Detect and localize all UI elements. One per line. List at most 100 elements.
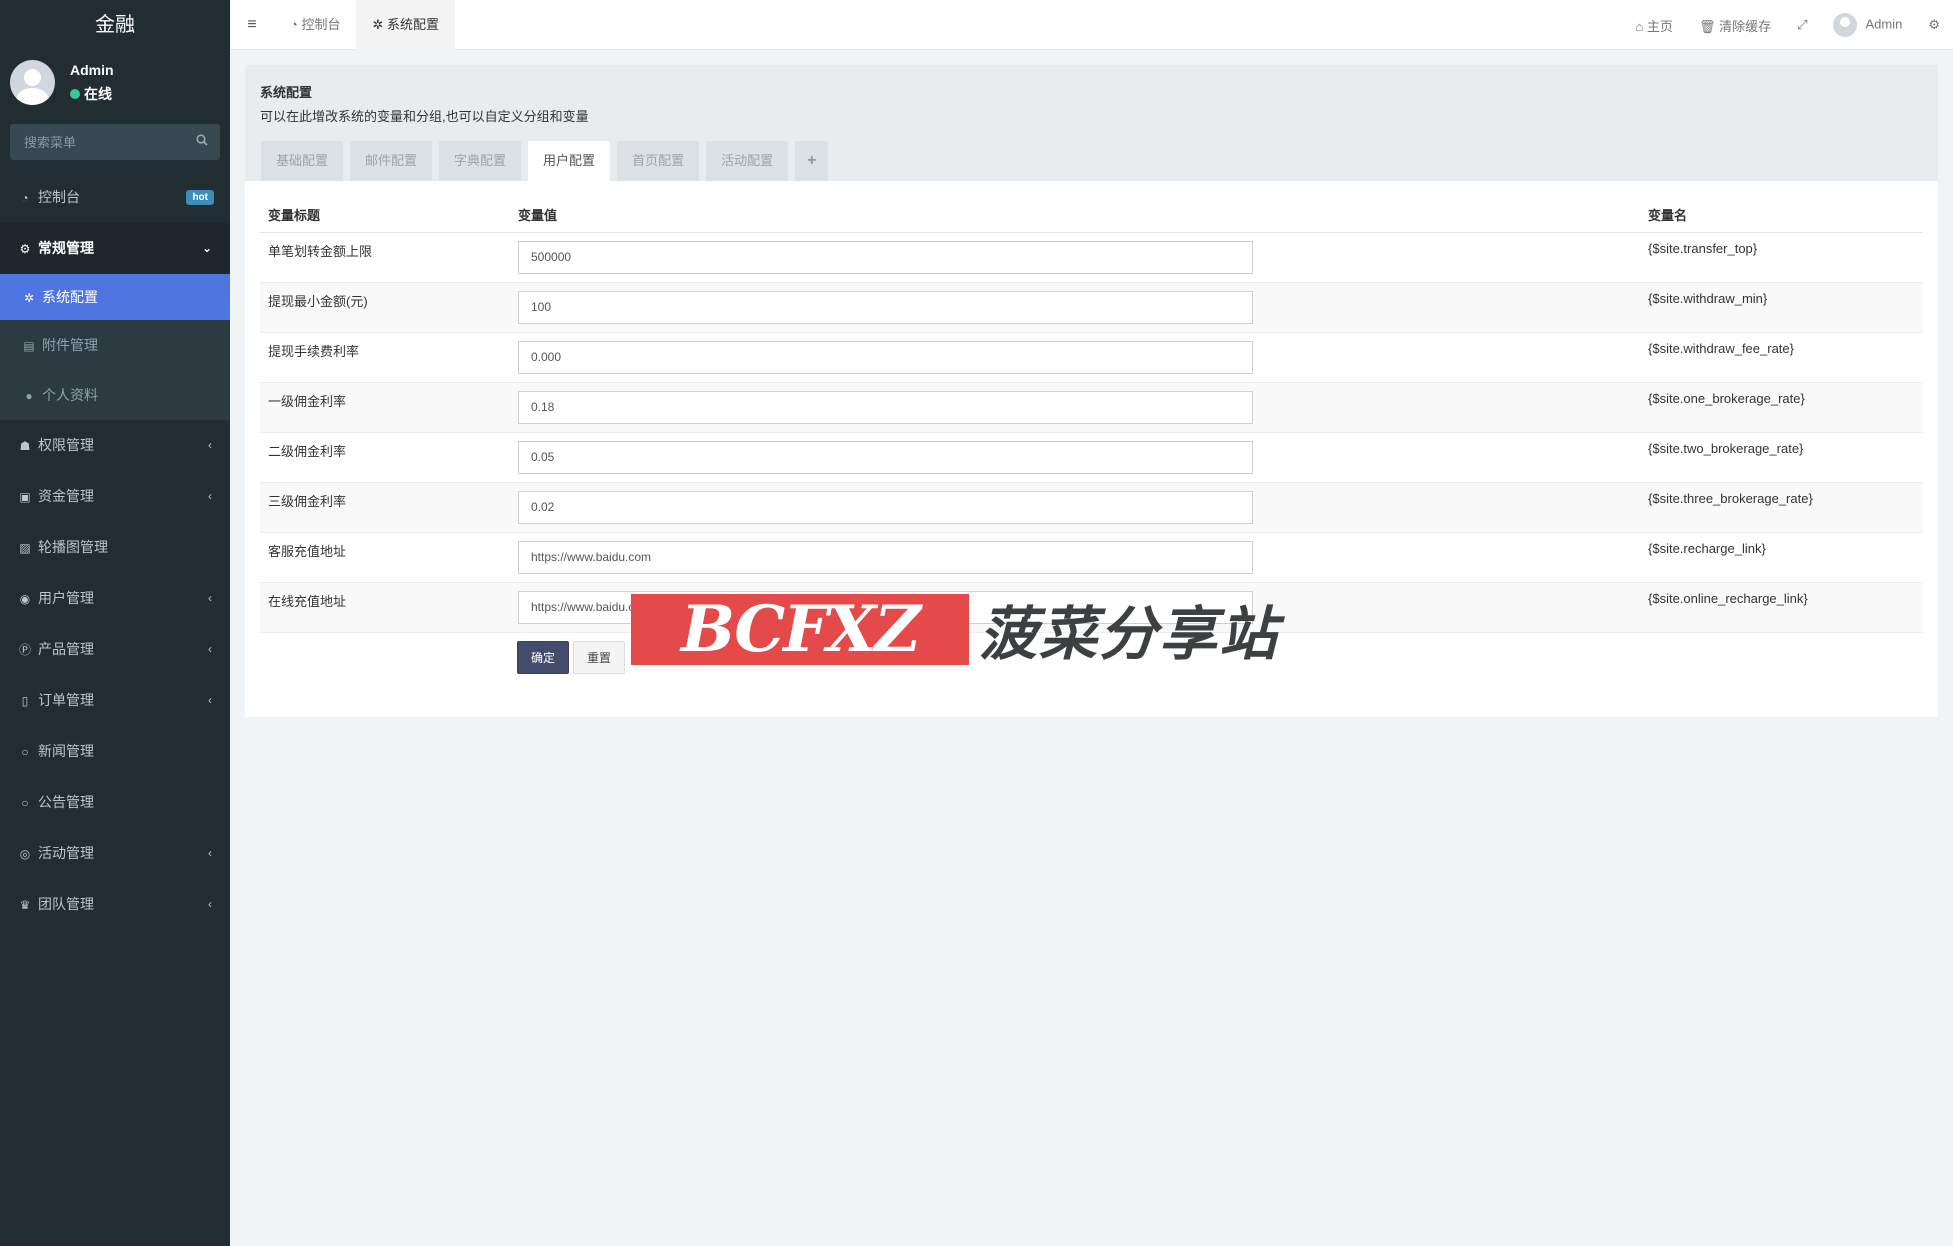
- sidebar-item-label: 权限管理: [38, 437, 94, 453]
- table-row: 三级佣金利率 {$site.three_brokerage_rate}: [260, 482, 1923, 533]
- sidebar-item-system-config[interactable]: ✲ 系统配置: [0, 274, 230, 320]
- sidebar-item-attachments[interactable]: ▤ 附件管理: [0, 320, 230, 370]
- sidebar-item-label: 系统配置: [42, 289, 98, 305]
- sidebar-item-users[interactable]: ◉ 用户管理 ‹: [0, 573, 230, 624]
- sidebar-item-orders[interactable]: ▯ 订单管理 ‹: [0, 675, 230, 726]
- user-status: 在线: [70, 84, 112, 104]
- user-circle-icon: ◉: [19, 592, 31, 606]
- home-link[interactable]: ⌂ 主页: [1622, 16, 1685, 35]
- sidebar-item-permissions[interactable]: ☗ 权限管理 ‹: [0, 420, 230, 471]
- sidebar-item-label: 控制台: [38, 189, 80, 205]
- sidebar-item-label: 用户管理: [38, 590, 94, 606]
- column-header: 变量值: [510, 197, 1640, 233]
- chevron-left-icon: ‹: [208, 438, 212, 452]
- tab-system-config[interactable]: ✲ 系统配置: [356, 0, 456, 50]
- sidebar-item-teams[interactable]: ♛ 团队管理 ‹: [0, 879, 230, 930]
- clear-cache-label: 清除缓存: [1719, 18, 1772, 34]
- row-title: 提现最小金额(元): [260, 282, 510, 333]
- user-menu[interactable]: Admin: [1820, 13, 1915, 37]
- sidebar: 金融 Admin 在线 ◔ 控制台 hot ⚙ 常规管理 ⌄ ✲ 系统配置 ▤ 附件管理 ●…: [0, 0, 230, 1246]
- sidebar-menu: ◔ 控制台 hot ⚙ 常规管理 ⌄ ✲ 系统配置 ▤ 附件管理 ● 个人资料 ☗ 权限管理 ‹ …: [0, 172, 230, 930]
- file-image-icon: ▤: [23, 339, 35, 353]
- trophy-icon: ♛: [19, 898, 31, 912]
- add-group-button[interactable]: +: [795, 141, 829, 181]
- sidebar-item-label: 订单管理: [38, 692, 94, 708]
- sidebar-item-profile[interactable]: ● 个人资料: [0, 370, 230, 420]
- sidebar-item-label: 附件管理: [42, 337, 98, 353]
- sidebar-item-dashboard[interactable]: ◔ 控制台 hot: [0, 172, 230, 223]
- table-row: 单笔划转金额上限 {$site.transfer_top}: [260, 232, 1923, 283]
- tab-label: 控制台: [301, 17, 341, 32]
- row-var-name: {$site.withdraw_fee_rate}: [1640, 332, 1923, 383]
- home-label: 主页: [1646, 18, 1673, 34]
- sidebar-item-news[interactable]: ○ 新闻管理: [0, 726, 230, 777]
- table-row: 一级佣金利率 {$site.one_brokerage_rate}: [260, 382, 1923, 433]
- sidebar-item-general[interactable]: ⚙ 常规管理 ⌄: [0, 223, 230, 274]
- circle-o-icon: ○: [21, 796, 29, 810]
- fullscreen-icon[interactable]: ⤢: [1784, 17, 1820, 33]
- tab-dashboard[interactable]: ◔ 控制台: [274, 0, 356, 50]
- row-var-name: {$site.three_brokerage_rate}: [1640, 482, 1923, 533]
- user-icon: ●: [25, 389, 33, 403]
- value-input[interactable]: [518, 240, 1253, 274]
- search-icon[interactable]: [196, 134, 208, 146]
- watermark-text: 菠菜分享站: [979, 602, 1280, 667]
- page-title: 系统配置: [260, 85, 313, 100]
- sidebar-item-label: 活动管理: [38, 845, 94, 861]
- tab-basic[interactable]: 基础配置: [261, 141, 344, 181]
- cogs-icon[interactable]: ⚙: [1915, 17, 1953, 33]
- reset-button[interactable]: 重置: [573, 641, 626, 674]
- chevron-down-icon: ⌄: [201, 241, 212, 255]
- gear-icon: ✲: [372, 17, 387, 32]
- menu-toggle-icon[interactable]: ≡: [230, 16, 274, 34]
- clear-cache-button[interactable]: 🗑︎ 清除缓存: [1686, 16, 1784, 35]
- tab-label: 系统配置: [387, 17, 440, 32]
- sidebar-item-label: 产品管理: [38, 641, 94, 657]
- search-input[interactable]: [10, 124, 220, 160]
- sidebar-item-label: 资金管理: [38, 488, 94, 504]
- money-icon: ▣: [19, 490, 31, 504]
- value-input[interactable]: [518, 390, 1253, 424]
- tab-activity[interactable]: 活动配置: [706, 141, 789, 181]
- submit-button[interactable]: 确定: [517, 641, 570, 674]
- tab-home[interactable]: 首页配置: [617, 141, 700, 181]
- top-header: ≡ ◔ 控制台 ✲ 系统配置 ⌂ 主页 🗑︎ 清除缓存 ⤢ Admin ⚙: [230, 0, 1953, 50]
- chevron-left-icon: ‹: [208, 489, 212, 503]
- table-row: 客服充值地址 {$site.recharge_link}: [260, 532, 1923, 583]
- tab-user[interactable]: 用户配置: [528, 141, 611, 181]
- table-row: 提现手续费利率 {$site.withdraw_fee_rate}: [260, 332, 1923, 383]
- tab-dictionary[interactable]: 字典配置: [439, 141, 522, 181]
- row-var-name: {$site.recharge_link}: [1640, 532, 1923, 583]
- sidebar-item-funds[interactable]: ▣ 资金管理 ‹: [0, 471, 230, 522]
- sidebar-item-carousel[interactable]: ▨ 轮播图管理: [0, 522, 230, 573]
- circle-o-icon: ○: [21, 745, 29, 759]
- row-title: 三级佣金利率: [260, 482, 510, 533]
- sidebar-item-products[interactable]: Ⓟ 产品管理 ‹: [0, 624, 230, 675]
- avatar: [10, 60, 55, 105]
- value-input[interactable]: [518, 290, 1253, 324]
- sidebar-item-activities[interactable]: ◎ 活动管理 ‹: [0, 828, 230, 879]
- gear-icon: ✲: [23, 291, 35, 305]
- avatar: [1833, 13, 1858, 37]
- row-title: 单笔划转金额上限: [260, 232, 510, 283]
- row-var-name: {$site.one_brokerage_rate}: [1640, 382, 1923, 433]
- tab-email[interactable]: 邮件配置: [350, 141, 433, 181]
- product-p-icon: Ⓟ: [18, 643, 31, 657]
- hot-badge: hot: [186, 190, 214, 205]
- row-var-name: {$site.transfer_top}: [1640, 232, 1923, 283]
- plus-icon: +: [807, 152, 817, 169]
- dashboard-icon: ◔: [290, 17, 302, 32]
- column-header: 变量标题: [260, 197, 510, 233]
- sidebar-item-notices[interactable]: ○ 公告管理: [0, 777, 230, 828]
- value-input[interactable]: [518, 440, 1253, 474]
- table-row: 二级佣金利率 {$site.two_brokerage_rate}: [260, 432, 1923, 483]
- value-input[interactable]: [518, 340, 1253, 374]
- config-table: 变量标题 变量值 变量名 单笔划转金额上限 {$site.transfer_to…: [260, 197, 1923, 633]
- value-input[interactable]: [518, 540, 1253, 574]
- brand-logo[interactable]: 金融: [0, 0, 230, 50]
- config-tabs: 基础配置 邮件配置 字典配置 用户配置 首页配置 活动配置 +: [261, 141, 835, 181]
- watermark: BCFXZ 菠菜分享站: [631, 587, 1279, 671]
- value-input[interactable]: [518, 490, 1253, 524]
- sidebar-item-label: 团队管理: [38, 896, 94, 912]
- order-list-icon: ▯: [21, 694, 29, 708]
